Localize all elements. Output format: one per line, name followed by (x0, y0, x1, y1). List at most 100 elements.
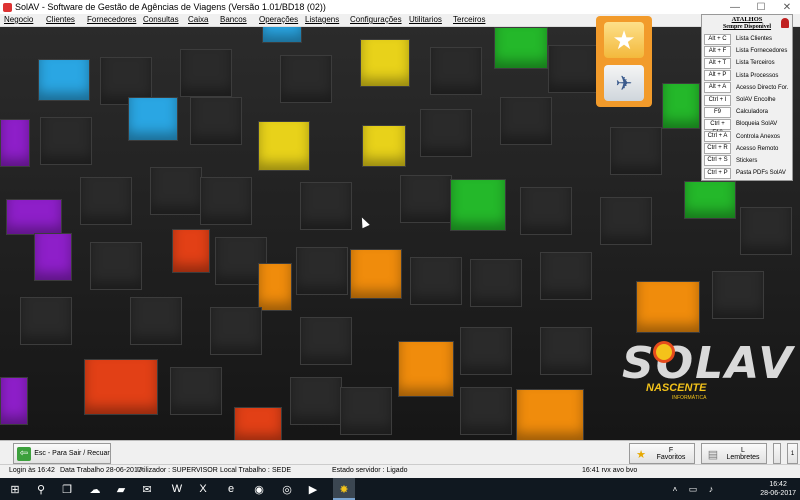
tile (128, 97, 178, 141)
shortcut-row[interactable]: Ctrl + R Acesso Remoto (704, 143, 790, 155)
shortcut-row[interactable]: Ctrl + S Stickers (704, 155, 790, 167)
exit-button[interactable]: ⇦ Esc - Para Sair / Recuar (13, 443, 111, 464)
tile (450, 179, 506, 231)
shortcut-row[interactable]: F9 Calculadora (704, 106, 790, 118)
close-button[interactable]: ✕ (774, 2, 800, 13)
title-bar: SolAV - Software de Gestão de Agências d… (0, 0, 800, 14)
excel-icon[interactable]: X (196, 482, 210, 496)
shortcut-label: Acesso Directo For. (736, 84, 789, 91)
shortcut-label: Stickers (736, 157, 758, 164)
shortcut-key[interactable]: Alt + F (704, 45, 731, 57)
shortcut-key[interactable]: Alt + C (704, 33, 731, 45)
tile (340, 387, 392, 435)
extra-button[interactable] (773, 443, 781, 464)
menu-negocio[interactable]: Negocio (4, 15, 33, 24)
search-icon[interactable]: ⚲ (34, 482, 48, 496)
shortcut-row[interactable]: Ctrl + F10 Bloqueia SolAV (704, 118, 790, 136)
tile (0, 119, 30, 167)
status-login: Login às 16:42 (9, 467, 55, 474)
tile (540, 327, 592, 375)
tile (6, 199, 62, 235)
menu-utilitarios[interactable]: Utilitarios (409, 15, 442, 24)
chevron-up-icon[interactable]: ˄ (668, 482, 682, 496)
shortcut-row[interactable]: Alt + A Acesso Directo For. (704, 82, 790, 94)
shortcut-label: Pasta PDFs SolAV (736, 170, 786, 177)
shortcut-key[interactable]: Ctrl + A (704, 131, 731, 143)
reminders-label: Lembretes (726, 453, 760, 461)
app-icon[interactable]: ◎ (280, 482, 294, 496)
reminders-button-label: L Lembretes (720, 447, 766, 461)
menu-terceiros[interactable]: Terceiros (453, 15, 485, 24)
menu-consultas[interactable]: Consultas (143, 15, 179, 24)
minimize-button[interactable]: — (722, 2, 748, 13)
edge-icon[interactable]: e (224, 482, 238, 496)
shortcut-key[interactable]: Ctrl + R (704, 143, 731, 155)
solav-logo: SOLAV NASCENTE INFORMÁTICA (612, 338, 792, 408)
taskbar-clock[interactable]: 16:42 28-06-2017 (760, 480, 796, 498)
menu-fornecedores[interactable]: Fornecedores (87, 15, 136, 24)
tile (636, 281, 700, 333)
shortcut-key[interactable]: Alt + P (704, 70, 731, 82)
tile (420, 109, 472, 157)
volume-icon[interactable]: ♪ (704, 482, 718, 496)
exit-door-icon: ⇦ (17, 446, 31, 461)
folder-icon[interactable]: ▰ (114, 482, 128, 496)
windows-taskbar: ⊞ ⚲ ❐ ☁ ▰ ✉ W X e ◉ ◎ ▶ ✸ ˄ ▭ ♪ 16:42 28… (0, 478, 800, 500)
shortcut-key[interactable]: Alt + T (704, 57, 731, 69)
tile (80, 177, 132, 225)
shortcut-row[interactable]: Alt + F Lista Fornecedores (704, 45, 790, 57)
task-view-icon[interactable]: ❐ (60, 482, 74, 496)
shortcut-label: Lista Processos (736, 72, 779, 79)
tile (662, 83, 700, 129)
menu-configuracoes[interactable]: Configurações (350, 15, 402, 24)
tile (300, 182, 352, 230)
favorites-button[interactable]: ★ F Favoritos (629, 443, 695, 464)
shortcut-key[interactable]: F9 (704, 106, 731, 118)
tile (540, 252, 592, 300)
tile (494, 27, 548, 69)
tile (516, 389, 584, 440)
shortcuts-panel: ATALHOS Sempre Disponivel Alt + C Lista C… (701, 14, 793, 181)
shortcut-key[interactable]: Ctrl + S (704, 155, 731, 167)
status-server: Estado servidor : Ligado (332, 467, 408, 474)
shortcut-row[interactable]: Ctrl + I SolAV Encolhe (704, 94, 790, 106)
status-location-value: SEDE (272, 467, 292, 474)
windows-start-icon[interactable]: ⊞ (8, 482, 22, 496)
network-icon[interactable]: ▭ (686, 482, 700, 496)
app-icon[interactable]: ☁ (88, 482, 102, 496)
reminders-key: L (741, 446, 745, 454)
shortcut-key[interactable]: Ctrl + P (704, 167, 731, 179)
favorites-quick-button[interactable]: ★ (604, 22, 644, 58)
shortcut-row[interactable]: Alt + T Lista Terceiros (704, 57, 790, 69)
status-bar: Login às 16:42 Data Trabalho 28-06-2017 … (0, 464, 800, 478)
window-title: SolAV - Software de Gestão de Agências d… (15, 2, 326, 12)
pin-icon[interactable] (781, 18, 789, 28)
shortcut-key[interactable]: Alt + A (704, 82, 731, 94)
tile (712, 271, 764, 319)
shortcut-row[interactable]: Alt + P Lista Processos (704, 70, 790, 82)
menu-clientes[interactable]: Clientes (46, 15, 75, 24)
page-button[interactable]: 1 (787, 443, 798, 464)
menu-caixa[interactable]: Caixa (188, 15, 208, 24)
shortcuts-list: Alt + C Lista Clientes Alt + F Lista Forne… (704, 33, 790, 179)
tile (470, 259, 522, 307)
maximize-button[interactable]: ☐ (748, 2, 774, 13)
solav-icon[interactable]: ✸ (337, 482, 351, 496)
chrome-icon[interactable]: ◉ (252, 482, 266, 496)
media-icon[interactable]: ▶ (306, 482, 320, 496)
tile (520, 187, 572, 235)
reminders-button[interactable]: ▤ L Lembretes (701, 443, 767, 464)
shortcut-row[interactable]: Ctrl + P Pasta PDFs SolAV (704, 167, 790, 179)
menu-listagens[interactable]: Listagens (305, 15, 339, 24)
shortcut-key[interactable]: Ctrl + I (704, 94, 731, 106)
menu-operacoes[interactable]: Operações (259, 15, 298, 24)
menu-bancos[interactable]: Bancos (220, 15, 247, 24)
shortcut-key[interactable]: Ctrl + F10 (704, 118, 731, 136)
tile (360, 39, 410, 87)
mail-icon[interactable]: ✉ (140, 482, 154, 496)
word-icon[interactable]: W (170, 482, 184, 496)
favorites-label: Favoritos (656, 453, 686, 461)
shortcut-row[interactable]: Ctrl + A Controla Anexos (704, 131, 790, 143)
travel-quick-button[interactable]: ✈ (604, 65, 644, 101)
shortcut-row[interactable]: Alt + C Lista Clientes (704, 33, 790, 45)
